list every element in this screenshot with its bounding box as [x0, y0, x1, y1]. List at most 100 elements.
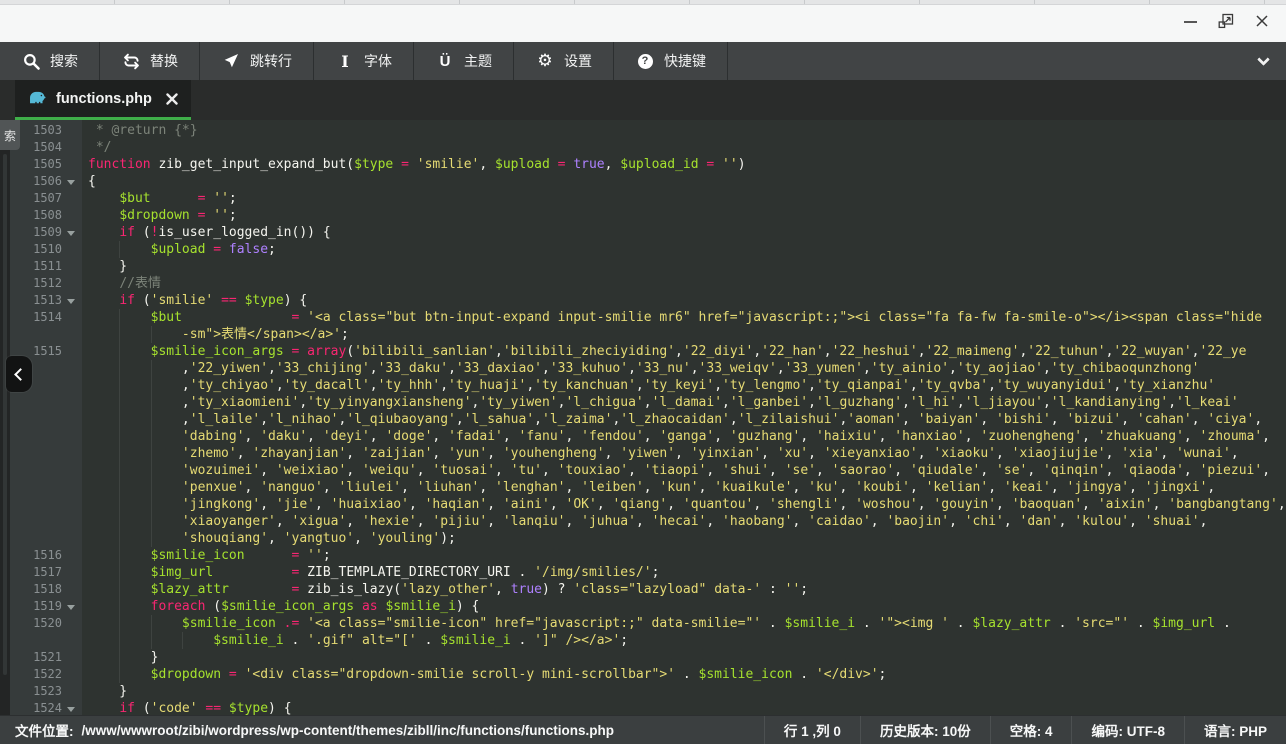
fold-column — [62, 530, 82, 547]
tab-close-icon[interactable] — [166, 93, 178, 105]
code-text[interactable]: $but = '<a class="but btn-input-expand i… — [82, 309, 1286, 326]
indent-guide — [119, 581, 120, 598]
code-text[interactable]: $smilie_icon = ''; — [82, 547, 1286, 564]
toolbar-button-shortcuts[interactable]: ?快捷键 — [614, 42, 728, 80]
line-number: 1513 — [10, 292, 62, 309]
indent-guide — [151, 411, 152, 428]
close-window-button close-icon[interactable] — [1250, 11, 1274, 31]
code-text[interactable]: 'penxue', 'nanguo', 'liulei', 'liuhan', … — [82, 479, 1286, 496]
status-language: 语言: PHP — [1184, 716, 1286, 744]
code-text[interactable]: ,'l_laile','l_nihao','l_qiubaoyang','l_s… — [82, 411, 1286, 428]
code-text[interactable]: 'wozuimei', 'weixiao', 'weiqu', 'tuosai'… — [82, 462, 1286, 479]
code-line: 1509 if (!is_user_logged_in()) { — [10, 224, 1286, 241]
file-location-label: 文件位置: — [15, 720, 74, 740]
minimize-button minimize-icon[interactable] — [1178, 11, 1202, 31]
code-text[interactable]: ,'22_yiwen','33_chijing','33_daku','33_d… — [82, 360, 1286, 377]
toolbar-button-settings[interactable]: ⚙设置 — [514, 42, 614, 80]
indent-guide — [119, 632, 120, 649]
code-text[interactable]: $smilie_icon .= '<a class="smilie-icon" … — [82, 615, 1286, 632]
code-text[interactable]: 'dabing', 'daku', 'deyi', 'doge', 'fadai… — [82, 428, 1286, 445]
code-line: 'shouqiang', 'yangtuo', 'youling'); — [10, 530, 1286, 547]
indent-guide — [119, 530, 120, 547]
fold-column — [62, 513, 82, 530]
indent-guide — [151, 377, 152, 394]
code-line: 1522 $dropdown = '<div class="dropdown-s… — [10, 666, 1286, 683]
fold-column — [62, 445, 82, 462]
fold-column — [62, 496, 82, 513]
tab-bar: functions.php — [0, 80, 1286, 120]
code-text[interactable]: if (!is_user_logged_in()) { — [82, 224, 1286, 241]
code-text[interactable]: if ('code' == $type) { — [82, 700, 1286, 715]
code-line: 1506{ — [10, 173, 1286, 190]
search-icon — [21, 51, 41, 71]
fold-arrow-icon[interactable] — [62, 700, 82, 715]
code-text[interactable]: function zib_get_input_expand_but($type … — [82, 156, 1286, 173]
indent-guide — [119, 343, 120, 360]
fold-arrow-icon[interactable] — [62, 598, 82, 615]
fold-column — [62, 394, 82, 411]
toolbar-button-label: 字体 — [364, 51, 392, 71]
fold-column — [62, 615, 82, 632]
code-text[interactable]: } — [82, 258, 1286, 275]
code-text[interactable]: } — [82, 649, 1286, 666]
line-number: 1517 — [10, 564, 62, 581]
toolbar-overflow-button chevron-down-icon[interactable] — [1240, 42, 1286, 80]
code-text[interactable]: foreach ($smilie_icon_args as $smilie_i)… — [82, 598, 1286, 615]
code-line: 1519 foreach ($smilie_icon_args as $smil… — [10, 598, 1286, 615]
code-text[interactable]: $smilie_icon_args = array('bilibili_sanl… — [82, 343, 1286, 360]
toolbar-spacer — [728, 42, 1240, 80]
toolbar-button-replace[interactable]: 替换 — [100, 42, 200, 80]
fold-arrow-icon[interactable] — [62, 292, 82, 309]
line-number: 1505 — [10, 156, 62, 173]
code-text[interactable]: 'xiaoyanger', 'xigua', 'hexie', 'pijiu',… — [82, 513, 1286, 530]
fold-column — [62, 343, 82, 360]
code-line: 'penxue', 'nanguo', 'liulei', 'liuhan', … — [10, 479, 1286, 496]
code-text[interactable]: $dropdown = ''; — [82, 207, 1286, 224]
replace-icon — [121, 51, 141, 71]
toolbar-button-font[interactable]: I字体 — [314, 42, 414, 80]
code-line: 'zhemo', 'zhayanjian', 'zaijian', 'yun',… — [10, 445, 1286, 462]
fold-column — [62, 547, 82, 564]
toolbar-button-search[interactable]: 搜索 — [0, 42, 100, 80]
line-number: 1510 — [10, 241, 62, 258]
code-text[interactable]: * @return {*} — [82, 122, 1286, 139]
code-text[interactable]: if ('smilie' == $type) { — [82, 292, 1286, 309]
toolbar-button-theme[interactable]: Ü主题 — [414, 42, 514, 80]
code-text[interactable]: */ — [82, 139, 1286, 156]
code-text[interactable]: $dropdown = '<div class="dropdown-smilie… — [82, 666, 1286, 683]
indent-guide — [119, 309, 120, 326]
indent-guide — [151, 513, 152, 530]
code-text[interactable]: $lazy_attr = zib_is_lazy('lazy_other', t… — [82, 581, 1286, 598]
code-text[interactable]: { — [82, 173, 1286, 190]
fold-column — [62, 564, 82, 581]
code-text[interactable]: } — [82, 683, 1286, 700]
code-line: 1518 $lazy_attr = zib_is_lazy('lazy_othe… — [10, 581, 1286, 598]
fold-arrow-icon[interactable] — [62, 173, 82, 190]
code-line: 1523 } — [10, 683, 1286, 700]
maximize-button maximize-icon[interactable] — [1214, 11, 1238, 31]
status-cursor-position: 行 1 ,列 0 — [764, 716, 860, 744]
collapsed-panel-tab[interactable]: 索 — [0, 120, 20, 150]
toolbar-button-goto-line[interactable]: 跳转行 — [200, 42, 314, 80]
code-text[interactable]: -sm">表情</span></a>'; — [82, 326, 1286, 343]
line-number: 1507 — [10, 190, 62, 207]
line-number — [10, 445, 62, 462]
code-text[interactable]: 'zhemo', 'zhayanjian', 'zaijian', 'yun',… — [82, 445, 1286, 462]
code-text[interactable]: ,'ty_chiyao','ty_dacall','ty_hhh','ty_hu… — [82, 377, 1286, 394]
code-text[interactable]: $upload = false; — [82, 241, 1286, 258]
tab-functions-php[interactable]: functions.php — [15, 80, 191, 120]
code-text[interactable]: //表情 — [82, 275, 1286, 292]
editor-area[interactable]: 1503 * @return {*}1504 */1505function zi… — [0, 120, 1286, 715]
indent-guide — [151, 496, 152, 513]
code-text[interactable]: $but = ''; — [82, 190, 1286, 207]
code-text[interactable]: $smilie_i . '.gif" alt="[' . $smilie_i .… — [82, 632, 1286, 649]
line-number: 1508 — [10, 207, 62, 224]
code-text[interactable]: ,'ty_xiaomieni','ty_yinyangxiansheng','t… — [82, 394, 1286, 411]
panel-toggle-handle chevron-left-icon[interactable] — [6, 356, 32, 392]
code-text[interactable]: 'shouqiang', 'yangtuo', 'youling'); — [82, 530, 1286, 547]
fold-column — [62, 428, 82, 445]
code-text[interactable]: $img_url = ZIB_TEMPLATE_DIRECTORY_URI . … — [82, 564, 1286, 581]
fold-arrow-icon[interactable] — [62, 224, 82, 241]
code-line: ,'l_laile','l_nihao','l_qiubaoyang','l_s… — [10, 411, 1286, 428]
code-text[interactable]: 'jingkong', 'jie', 'huaixiao', 'haqian',… — [82, 496, 1286, 513]
